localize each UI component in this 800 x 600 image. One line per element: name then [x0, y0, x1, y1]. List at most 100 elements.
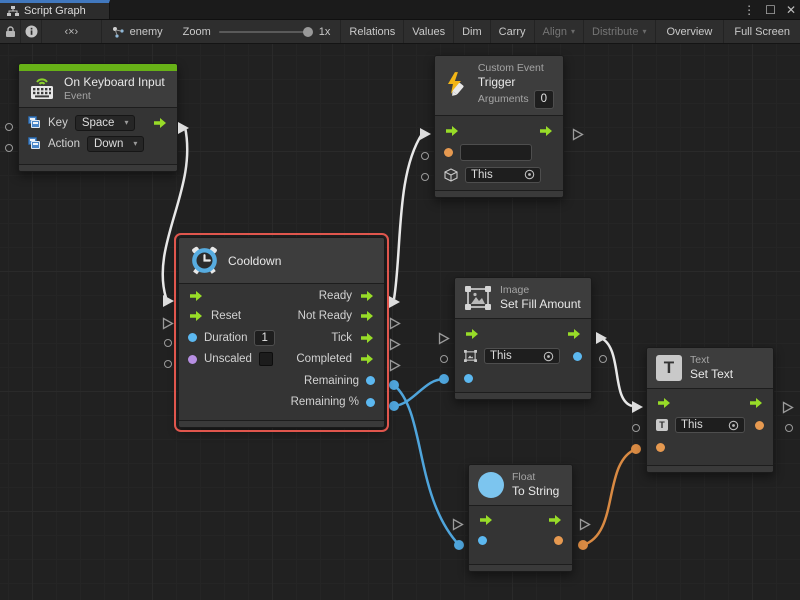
align-button[interactable]: Align ▾ [535, 20, 584, 43]
flow-in-arrow[interactable] [656, 397, 672, 409]
port-row-flow [647, 392, 773, 414]
flow-in-arrow[interactable] [188, 310, 204, 322]
ready-label: Ready [319, 290, 352, 302]
port-ready-out-connected[interactable] [388, 295, 401, 309]
flow-in-arrow[interactable] [444, 125, 460, 137]
dim-button[interactable]: Dim [454, 20, 491, 43]
flow-out-arrow[interactable] [359, 332, 375, 344]
port-flow-in-connected[interactable] [419, 127, 432, 141]
zoom-slider[interactable] [219, 31, 311, 33]
port-flow-out[interactable] [782, 401, 794, 414]
port-flow-out[interactable] [579, 518, 591, 531]
flow-out-arrow[interactable] [538, 125, 554, 137]
script-graph-window: Script Graph ⋮ ☐ ✕ ‹×› [0, 0, 800, 600]
port-flow-in[interactable] [452, 518, 464, 531]
port-duration-input[interactable] [164, 339, 172, 347]
port-not-ready-out[interactable] [389, 317, 401, 330]
connection-values-toggle[interactable]: ‹×› [42, 20, 102, 43]
flow-out-arrow[interactable] [152, 117, 168, 129]
close-icon[interactable]: ✕ [786, 0, 796, 20]
target-value: This [471, 169, 493, 181]
argument-input[interactable] [460, 144, 532, 161]
flow-out-arrow[interactable] [748, 397, 764, 409]
port-image-output[interactable] [599, 355, 607, 363]
graph-name: enemy [130, 26, 163, 38]
flow-in-arrow[interactable] [478, 514, 494, 526]
port-key-input[interactable] [5, 123, 13, 131]
maximize-icon[interactable]: ☐ [765, 0, 776, 20]
float-port-dot[interactable] [366, 376, 375, 385]
input-ports-column: Reset Duration 1 Unscaled [179, 284, 284, 370]
action-dropdown[interactable]: Down ▾ [87, 136, 144, 152]
duration-value-box[interactable]: 1 [254, 330, 274, 346]
node-header: On Keyboard Input Event [19, 71, 177, 108]
graph-canvas[interactable]: On Keyboard Input Event Key Space ▾ Acti… [0, 44, 800, 600]
graph-toolbar: ‹×› enemy Zoom 1x Relations Values Dim C… [0, 20, 800, 44]
flow-in-arrow[interactable] [188, 290, 204, 302]
port-target-input[interactable] [421, 173, 429, 181]
string-out-port-dot[interactable] [554, 536, 563, 545]
port-reset-in[interactable] [162, 317, 174, 330]
port-action-input[interactable] [5, 144, 13, 152]
port-row-target: This [455, 345, 591, 367]
fill-amount-port-dot[interactable] [464, 374, 473, 383]
port-flow-out-connected[interactable] [595, 331, 608, 345]
port-completed-out[interactable] [389, 359, 401, 372]
port-text-output[interactable] [785, 424, 793, 432]
bool-port-dot[interactable] [188, 355, 197, 364]
lock-button[interactable] [0, 20, 21, 43]
graph-breadcrumb[interactable]: enemy [102, 20, 173, 43]
node-float-to-string[interactable]: Float To String [468, 464, 573, 572]
text-out-port-dot[interactable] [755, 421, 764, 430]
port-tick-out[interactable] [389, 338, 401, 351]
node-trigger-custom-event[interactable]: Custom Event Trigger Arguments 0 [434, 55, 564, 198]
node-cooldown[interactable]: Cooldown Reset Duration 1 [178, 237, 385, 428]
flow-out-arrow[interactable] [547, 514, 563, 526]
float-port-dot[interactable] [366, 398, 375, 407]
object-picker-icon[interactable] [728, 420, 739, 431]
flow-out-arrow[interactable] [359, 353, 375, 365]
flow-in-arrow[interactable] [464, 328, 480, 340]
menu-icon[interactable]: ⋮ [743, 0, 755, 20]
object-picker-icon[interactable] [543, 351, 554, 362]
relations-button[interactable]: Relations [341, 20, 404, 43]
unscaled-checkbox[interactable] [259, 352, 273, 366]
key-dropdown[interactable]: Space ▾ [75, 115, 136, 131]
target-field[interactable]: This [675, 417, 745, 433]
target-field[interactable]: This [484, 348, 560, 364]
zoom-slider-knob[interactable] [303, 27, 313, 37]
port-target-input[interactable] [440, 355, 448, 363]
port-flow-out-connected[interactable] [177, 121, 190, 135]
port-target-input[interactable] [632, 424, 640, 432]
port-flow-in[interactable] [438, 332, 450, 345]
fullscreen-button[interactable]: Full Screen [724, 20, 800, 43]
port-unscaled-input[interactable] [164, 360, 172, 368]
distribute-button[interactable]: Distribute ▾ [584, 20, 655, 43]
port-argument-input[interactable] [421, 152, 429, 160]
tab-title: Script Graph [24, 5, 86, 17]
tab-script-graph[interactable]: Script Graph [0, 0, 110, 19]
flow-out-arrow[interactable] [566, 328, 582, 340]
string-port-dot[interactable] [444, 148, 453, 157]
target-field[interactable]: This [465, 167, 541, 183]
values-button[interactable]: Values [404, 20, 454, 43]
port-flow-in-connected[interactable] [631, 400, 644, 414]
arguments-value-box[interactable]: 0 [534, 90, 554, 108]
info-button[interactable] [21, 20, 42, 43]
port-flow-in-connected[interactable] [162, 294, 175, 308]
object-picker-icon[interactable] [524, 169, 535, 180]
node-image-set-fill-amount[interactable]: Image Set Fill Amount [454, 277, 592, 400]
graph-icon [7, 6, 19, 17]
float-in-port-dot[interactable] [478, 536, 487, 545]
image-out-port-dot[interactable] [573, 352, 582, 361]
overview-button[interactable]: Overview [656, 20, 725, 43]
float-port-dot[interactable] [188, 333, 197, 342]
output-ports-column: Ready Not Ready Tick Completed [282, 284, 384, 413]
node-text-set-text[interactable]: T Text Set Text T This [646, 347, 774, 473]
text-value-port-dot[interactable] [656, 443, 665, 452]
flow-out-arrow[interactable] [359, 310, 375, 322]
node-on-keyboard-input[interactable]: On Keyboard Input Event Key Space ▾ Acti… [18, 63, 178, 172]
port-flow-out[interactable] [572, 128, 584, 141]
flow-out-arrow[interactable] [359, 290, 375, 302]
carry-button[interactable]: Carry [491, 20, 535, 43]
